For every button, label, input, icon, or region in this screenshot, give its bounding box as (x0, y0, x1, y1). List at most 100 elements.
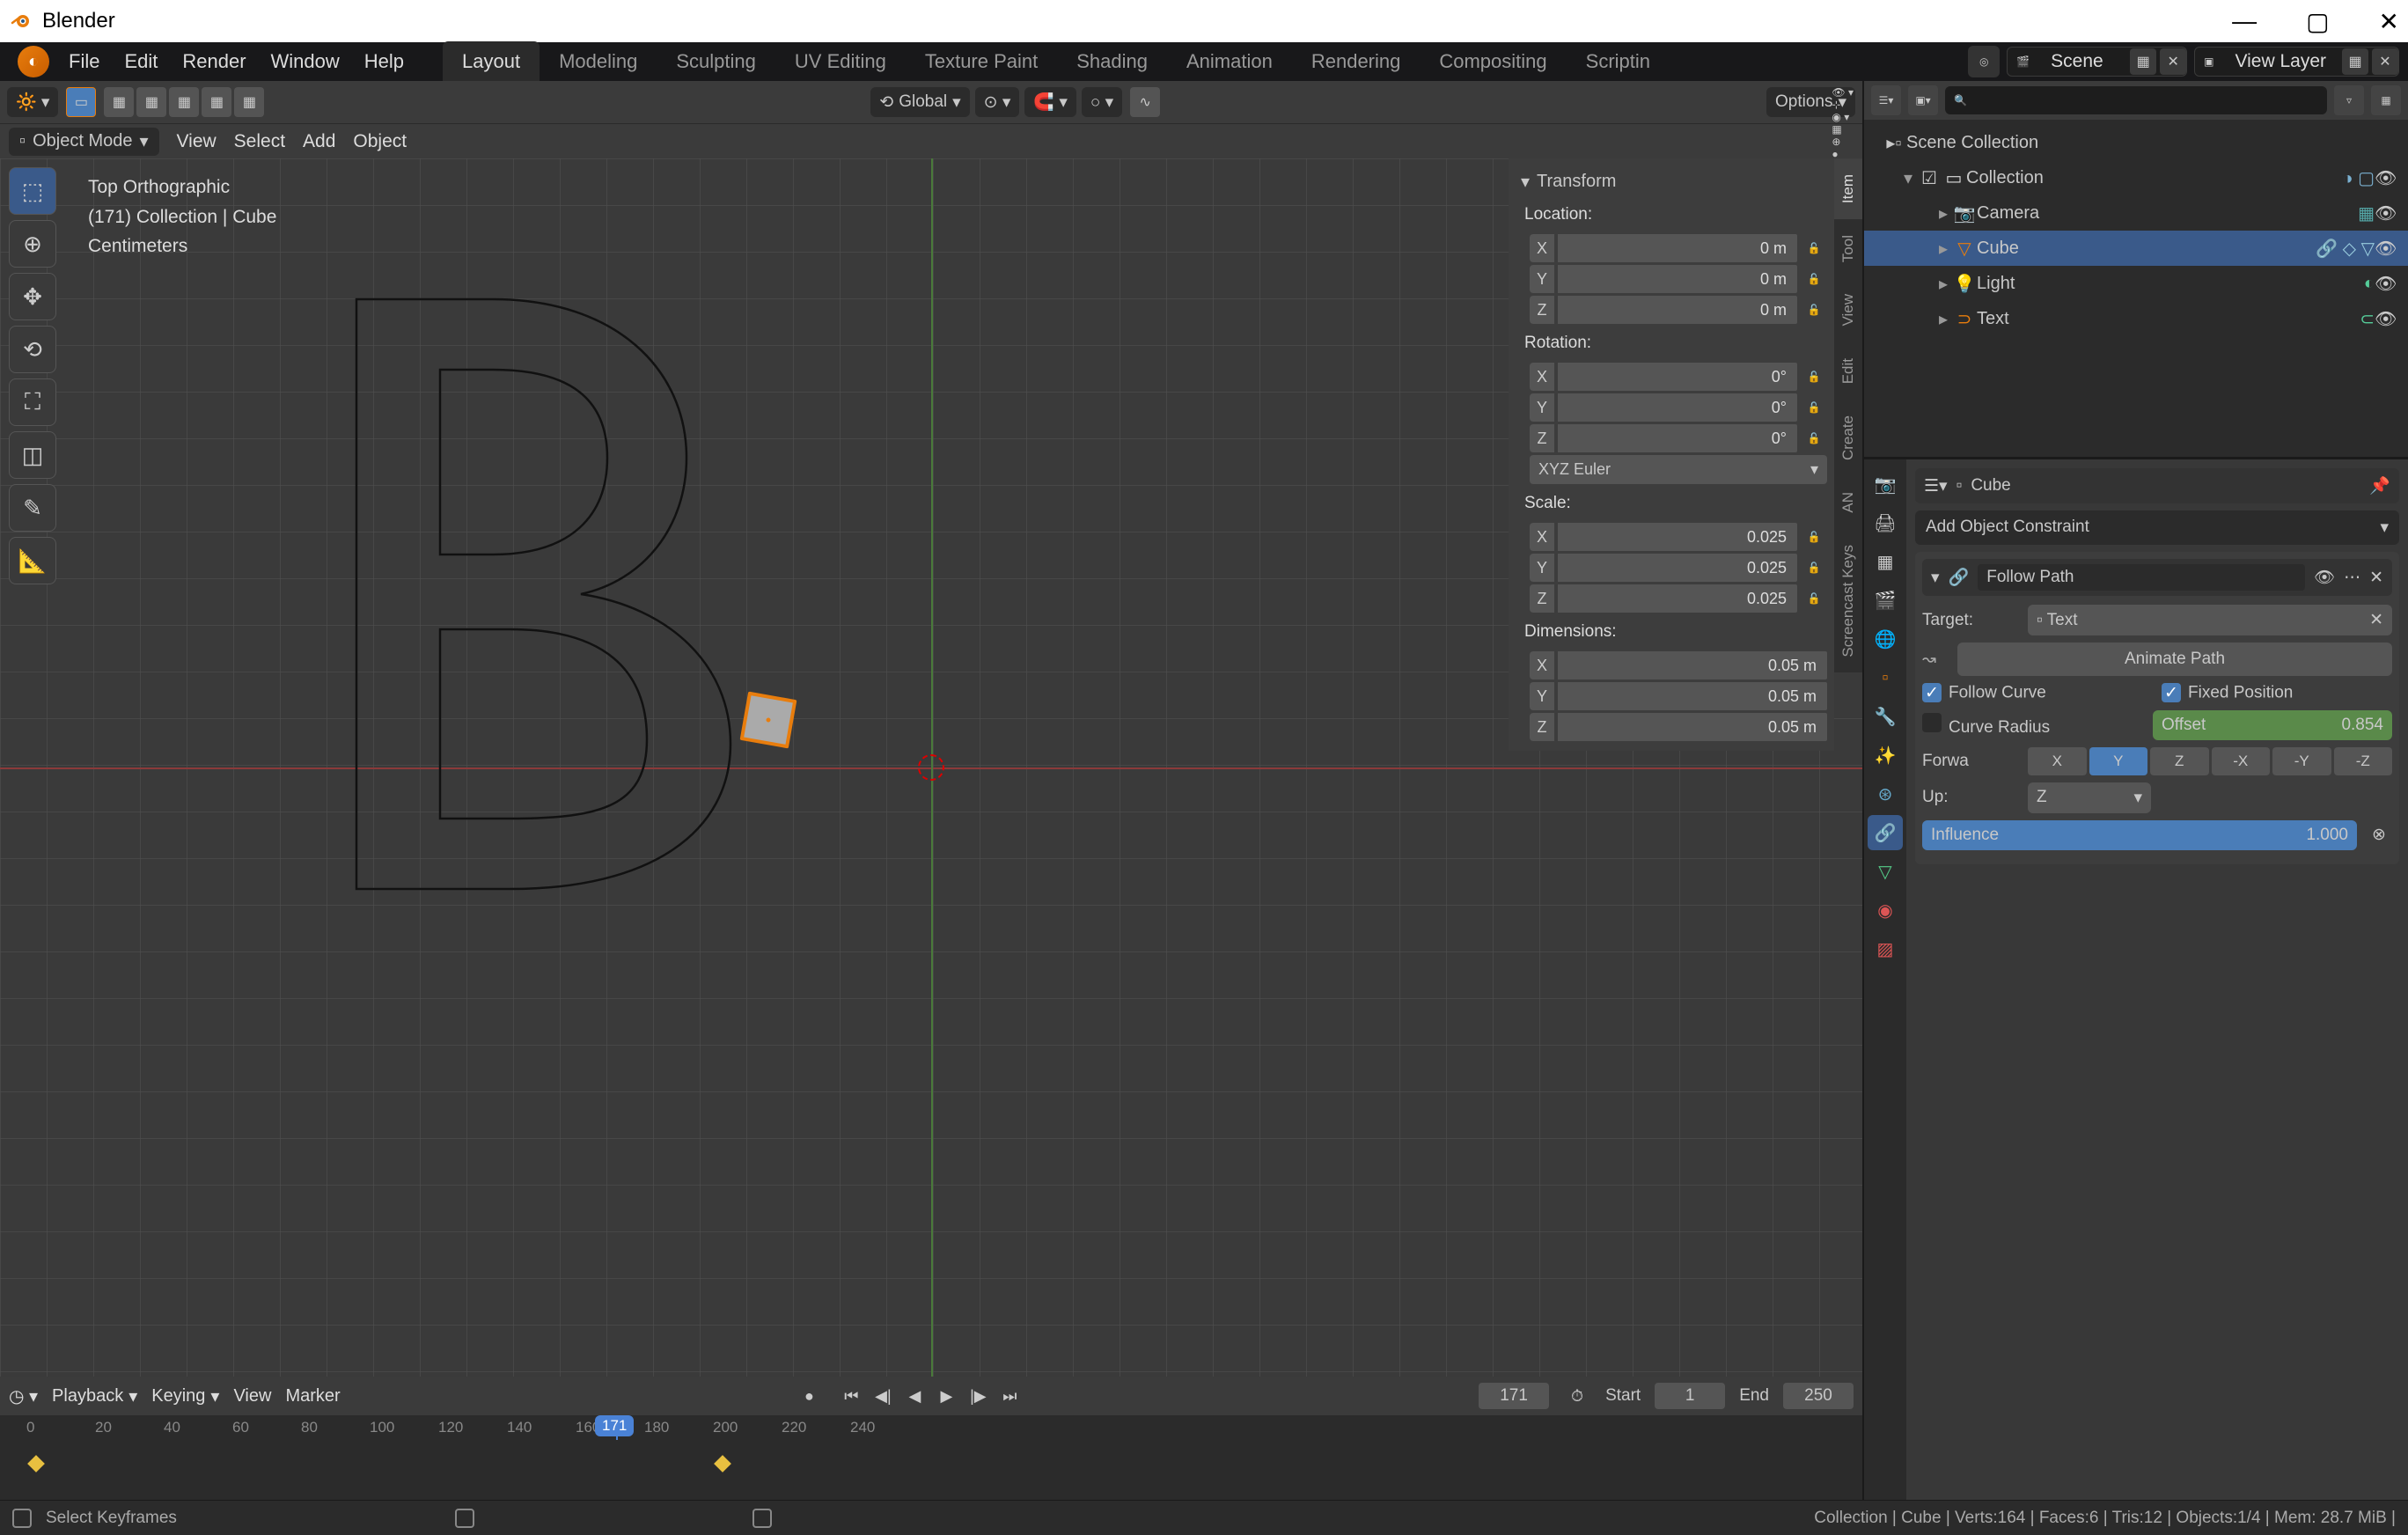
proptab-modifiers[interactable]: 🔧 (1868, 699, 1903, 734)
scale-z[interactable]: 0.025 (1558, 584, 1797, 613)
timeline-dopesheet[interactable] (0, 1440, 1862, 1493)
workspace-tab-animation[interactable]: Animation (1167, 41, 1292, 82)
outliner-item-cube[interactable]: ▸▽Cube 🔗 ◇ ▽👁 (1864, 231, 2408, 266)
outliner-item-light[interactable]: ▸💡Light ◐👁 (1864, 266, 2408, 301)
proptab-scene[interactable]: 🎬 (1868, 583, 1903, 618)
lock-icon[interactable]: 🔓 (1801, 523, 1827, 551)
tool-annotate[interactable]: ✎ (9, 484, 56, 532)
tool-select-box[interactable]: ⬚ (9, 167, 56, 215)
select-tool-icon[interactable]: ▭ (66, 87, 96, 117)
scene-selector[interactable]: 🎬 Scene ▦✕ (2007, 47, 2187, 77)
mode-selector[interactable]: ▫ Object Mode ▾ (9, 128, 159, 156)
eye-icon[interactable]: 👁 (2375, 202, 2399, 224)
keyframe-icon[interactable] (27, 1455, 45, 1473)
properties-breadcrumb[interactable]: ☰▾ ▫ Cube 📌 (1915, 468, 2399, 503)
scale-x[interactable]: 0.025 (1558, 523, 1797, 551)
select-mode-5-icon[interactable]: ▦ (234, 87, 264, 117)
eye-icon[interactable]: 👁 (2375, 238, 2399, 260)
eye-icon[interactable]: 👁 (2375, 273, 2399, 295)
dim-y[interactable]: 0.05 m (1558, 682, 1827, 710)
lock-icon[interactable]: 🔓 (1801, 363, 1827, 391)
influence-slider[interactable]: Influence 1.000 (1922, 820, 2357, 850)
header-menu-object[interactable]: Object (353, 131, 407, 152)
n-tab-item[interactable]: Item (1834, 158, 1862, 219)
render-engine-icon[interactable]: ◎ (1968, 46, 2000, 77)
rotation-y[interactable]: 0° (1558, 393, 1797, 422)
maximize-button[interactable]: ▢ (2306, 7, 2329, 36)
workspace-tab-rendering[interactable]: Rendering (1292, 41, 1421, 82)
proptab-world[interactable]: 🌐 (1868, 621, 1903, 657)
rotation-x[interactable]: 0° (1558, 363, 1797, 391)
n-tab-view[interactable]: View (1834, 278, 1862, 342)
select-mode-3-icon[interactable]: ▦ (169, 87, 199, 117)
header-menu-view[interactable]: View (177, 131, 217, 152)
n-tab-tool[interactable]: Tool (1834, 219, 1862, 278)
cube-object[interactable] (740, 692, 797, 749)
proptab-constraints[interactable]: 🔗 (1868, 815, 1903, 850)
tool-rotate[interactable]: ⟲ (9, 326, 56, 373)
header-menu-select[interactable]: Select (234, 131, 285, 152)
eye-icon[interactable]: 👁 (2375, 308, 2399, 330)
xray-toggle[interactable]: ▦ (1832, 123, 1854, 136)
proptab-viewlayer[interactable]: ▦ (1868, 544, 1903, 579)
header-menu-add[interactable]: Add (303, 131, 335, 152)
axis-x[interactable]: X (2028, 747, 2087, 775)
offset-field[interactable]: Offset0.854 (2153, 710, 2392, 740)
workspace-tab-uv[interactable]: UV Editing (775, 41, 906, 82)
lock-icon[interactable]: 🔓 (1801, 296, 1827, 324)
outliner-scene-collection[interactable]: ▸▫Scene Collection (1864, 125, 2408, 160)
follow-curve-checkbox[interactable]: ✓ (1922, 683, 1942, 702)
playhead[interactable]: 171 (616, 1415, 618, 1440)
playback-menu[interactable]: Playback ▾ (52, 1385, 137, 1407)
outliner-item-text[interactable]: ▸⊃Text ⊂👁 (1864, 301, 2408, 336)
dropdown-icon[interactable]: ☰▾ (1924, 476, 1948, 496)
3d-viewport[interactable]: Top Orthographic (171) Collection | Cube… (0, 158, 1862, 1377)
minimize-button[interactable]: — (2232, 7, 2257, 36)
tool-measure[interactable]: 📐 (9, 537, 56, 584)
axis-neg-y[interactable]: -Y (2272, 747, 2331, 775)
select-mode-4-icon[interactable]: ▦ (202, 87, 231, 117)
lock-icon[interactable]: 🔓 (1801, 234, 1827, 262)
lock-icon[interactable]: 🔓 (1801, 584, 1827, 613)
gizmo-toggle[interactable]: ⊹ (1832, 99, 1854, 111)
eye-icon[interactable]: 👁 (2375, 167, 2399, 189)
workspace-tab-compositing[interactable]: Compositing (1420, 41, 1566, 82)
workspace-tab-modeling[interactable]: Modeling (540, 41, 657, 82)
rotation-z[interactable]: 0° (1558, 424, 1797, 452)
n-tab-an[interactable]: AN (1834, 476, 1862, 529)
lock-icon[interactable]: 🔓 (1801, 393, 1827, 422)
filter-icon[interactable]: ▿ (2334, 85, 2364, 115)
close-icon[interactable]: ✕ (2369, 610, 2383, 630)
up-axis-dropdown[interactable]: Z▾ (2028, 782, 2151, 813)
outliner-display-icon[interactable]: ▣▾ (1908, 85, 1938, 115)
proptab-particles[interactable]: ✨ (1868, 738, 1903, 773)
marker-menu[interactable]: Marker (285, 1386, 340, 1406)
end-frame-field[interactable]: 250 (1783, 1383, 1854, 1409)
proptab-mesh[interactable]: ▽ (1868, 854, 1903, 889)
scale-y[interactable]: 0.025 (1558, 554, 1797, 582)
current-frame-field[interactable]: 171 (1479, 1383, 1549, 1409)
location-y[interactable]: 0 m (1558, 265, 1797, 293)
lock-icon[interactable]: 🔓 (1801, 424, 1827, 452)
keyframe-next-icon[interactable]: |▶ (964, 1382, 992, 1410)
outliner-collection[interactable]: ▾☑▭Collection ◑ ▢👁 (1864, 160, 2408, 195)
outliner-item-camera[interactable]: ▸📷Camera ▦👁 (1864, 195, 2408, 231)
select-mode-1-icon[interactable]: ▦ (104, 87, 134, 117)
timeline-view-menu[interactable]: View (233, 1386, 271, 1406)
tool-move[interactable]: ✥ (9, 273, 56, 320)
workspace-tab-layout[interactable]: Layout (443, 41, 540, 82)
play-icon[interactable]: ▶ (932, 1382, 960, 1410)
workspace-tab-texture[interactable]: Texture Paint (906, 41, 1057, 82)
n-tab-edit[interactable]: Edit (1834, 342, 1862, 400)
axis-neg-z[interactable]: -Z (2334, 747, 2393, 775)
target-field[interactable]: ▫ Text✕ (2028, 605, 2392, 635)
tool-transform[interactable]: ◫ (9, 431, 56, 479)
play-reverse-icon[interactable]: ◀ (900, 1382, 929, 1410)
menu-render[interactable]: Render (170, 50, 258, 73)
axis-y[interactable]: Y (2089, 747, 2148, 775)
scene-browse-icon[interactable]: ▦ (2130, 48, 2156, 75)
keyframe-icon[interactable] (714, 1455, 731, 1473)
jump-end-icon[interactable]: ⏭ (995, 1382, 1024, 1410)
keyframe-prev-icon[interactable]: ◀| (869, 1382, 897, 1410)
proptab-object[interactable]: ▫ (1868, 660, 1903, 695)
